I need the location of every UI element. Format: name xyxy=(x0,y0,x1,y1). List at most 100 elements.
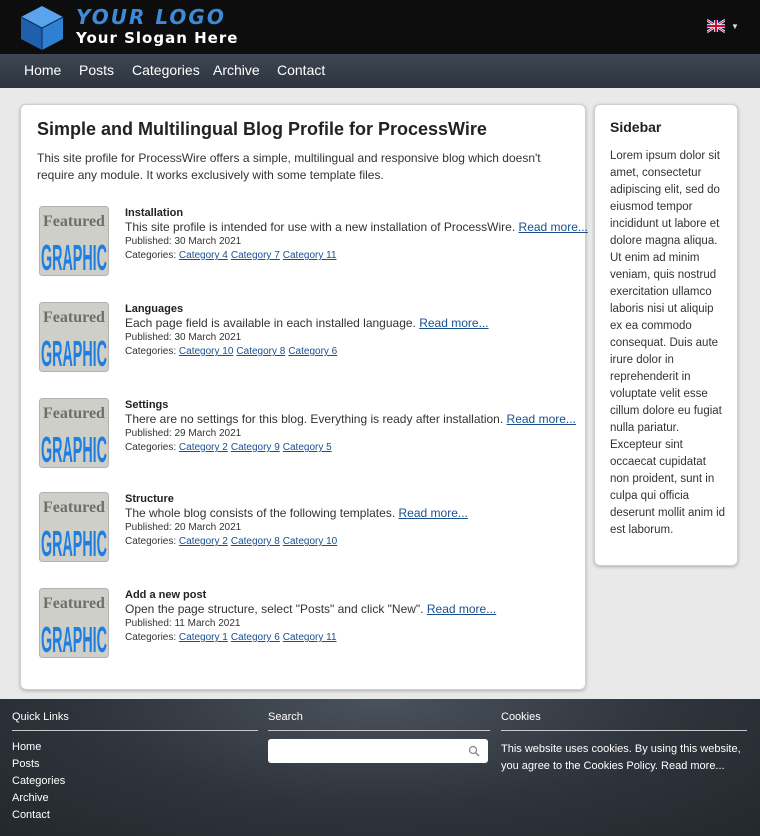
post-category-link[interactable]: Category 5 xyxy=(283,442,332,453)
footer-quick-links: Quick Links Home Posts Categories Archiv… xyxy=(12,711,258,824)
post-category-link[interactable]: Category 7 xyxy=(231,250,280,261)
footer-link-categories[interactable]: Categories xyxy=(12,773,258,790)
sidebar: Sidebar Lorem ipsum dolor sit amet, cons… xyxy=(594,104,738,566)
logo-title[interactable]: YOUR LOGO xyxy=(76,6,226,28)
post-title[interactable]: Installation xyxy=(125,206,567,220)
footer-link-archive[interactable]: Archive xyxy=(12,790,258,807)
footer-cookies: Cookies This website uses cookies. By us… xyxy=(501,711,747,775)
post-excerpt: There are no settings for this blog. Eve… xyxy=(125,412,576,427)
post-excerpt-text: There are no settings for this blog. Eve… xyxy=(125,412,504,426)
published-label: Published: xyxy=(125,236,172,247)
post-categories: Categories: Category 1 Category 6 Category… xyxy=(125,631,567,645)
nav-item-categories[interactable]: Categories xyxy=(132,54,200,88)
read-more-link[interactable]: Read more... xyxy=(507,412,576,426)
categories-label: Categories: xyxy=(125,632,177,643)
sidebar-title: Sidebar xyxy=(610,119,662,135)
nav-item-archive[interactable]: Archive xyxy=(213,54,260,88)
nav-item-home[interactable]: Home xyxy=(24,54,61,88)
published-date: 20 March 2021 xyxy=(174,522,242,533)
post-title[interactable]: Structure xyxy=(125,492,567,506)
post-date: Published: 30 March 2021 xyxy=(125,331,567,345)
post-excerpt-text: The whole blog consists of the following… xyxy=(125,506,396,520)
thumb-graphic-text: GRAPHIC xyxy=(41,429,107,468)
footer-search: Search xyxy=(268,711,490,763)
post-category-link[interactable]: Category 1 xyxy=(179,632,228,643)
thumb-graphic-text: GRAPHIC xyxy=(41,523,107,562)
featured-graphic-thumbnail[interactable]: Featured GRAPHIC xyxy=(39,492,109,562)
search-input[interactable] xyxy=(268,739,458,763)
post-body: Installation This site profile is intend… xyxy=(125,206,588,263)
search-title: Search xyxy=(268,711,490,731)
post-categories: Categories: Category 10 Category 8 Categor… xyxy=(125,345,567,359)
post-excerpt-text: This site profile is intended for use wi… xyxy=(125,220,516,234)
post-item: Featured GRAPHIC Languages Each page fie… xyxy=(37,302,567,374)
site-header: YOUR LOGO Your Slogan Here ▼ xyxy=(0,0,760,54)
read-more-link[interactable]: Read more... xyxy=(399,506,468,520)
site-footer: Quick Links Home Posts Categories Archiv… xyxy=(0,699,760,836)
thumb-featured-text: Featured xyxy=(43,213,105,230)
post-category-link[interactable]: Category 8 xyxy=(231,536,280,547)
read-more-link[interactable]: Read more... xyxy=(419,316,488,330)
chevron-down-icon[interactable]: ▼ xyxy=(731,22,739,31)
post-date: Published: 11 March 2021 xyxy=(125,617,567,631)
post-category-link[interactable]: Category 2 xyxy=(179,442,228,453)
thumb-graphic-text: GRAPHIC xyxy=(41,237,107,276)
thumb-featured-text: Featured xyxy=(43,405,105,422)
footer-link-home[interactable]: Home xyxy=(12,739,258,756)
post-title[interactable]: Languages xyxy=(125,302,567,316)
featured-graphic-thumbnail[interactable]: Featured GRAPHIC xyxy=(39,398,109,468)
logo-cube-icon[interactable] xyxy=(20,5,64,51)
post-categories: Categories: Category 2 Category 8 Category… xyxy=(125,535,567,549)
nav-item-contact[interactable]: Contact xyxy=(277,54,325,88)
read-more-link[interactable]: Read more... xyxy=(519,220,588,234)
post-body: Settings There are no settings for this … xyxy=(125,398,576,455)
post-categories: Categories: Category 2 Category 9 Category… xyxy=(125,441,567,455)
main-content: Simple and Multilingual Blog Profile for… xyxy=(20,104,588,690)
uk-flag-icon[interactable] xyxy=(707,19,725,33)
logo-slogan: Your Slogan Here xyxy=(76,29,239,47)
post-excerpt: Open the page structure, select "Posts" … xyxy=(125,602,567,617)
post-category-link[interactable]: Category 9 xyxy=(231,442,280,453)
post-category-link[interactable]: Category 11 xyxy=(283,250,337,261)
post-excerpt: The whole blog consists of the following… xyxy=(125,506,567,521)
post-categories: Categories: Category 4 Category 7 Category… xyxy=(125,249,567,263)
post-body: Structure The whole blog consists of the… xyxy=(125,492,567,549)
post-category-link[interactable]: Category 4 xyxy=(179,250,228,261)
post-title[interactable]: Add a new post xyxy=(125,588,567,602)
main-nav: Home Posts Categories Archive Contact xyxy=(0,54,760,88)
nav-item-posts[interactable]: Posts xyxy=(79,54,114,88)
language-switcher[interactable]: ▼ xyxy=(707,19,739,33)
post-category-link[interactable]: Category 2 xyxy=(179,536,228,547)
search-icon[interactable] xyxy=(468,745,480,757)
post-body: Languages Each page field is available i… xyxy=(125,302,567,359)
thumb-graphic-text: GRAPHIC xyxy=(41,333,107,372)
post-item: Featured GRAPHIC Add a new post Open the… xyxy=(37,588,567,660)
post-category-link[interactable]: Category 10 xyxy=(283,536,337,547)
thumb-graphic-text: GRAPHIC xyxy=(41,619,107,658)
quick-links-title: Quick Links xyxy=(12,711,258,731)
published-label: Published: xyxy=(125,618,172,629)
featured-graphic-thumbnail[interactable]: Featured GRAPHIC xyxy=(39,588,109,658)
post-item: Featured GRAPHIC Installation This site … xyxy=(37,206,588,278)
post-category-link[interactable]: Category 6 xyxy=(231,632,280,643)
featured-graphic-thumbnail[interactable]: Featured GRAPHIC xyxy=(39,302,109,372)
cookies-read-more-link[interactable]: Read more... xyxy=(661,760,725,772)
post-category-link[interactable]: Category 6 xyxy=(288,346,337,357)
post-excerpt: This site profile is intended for use wi… xyxy=(125,220,588,235)
post-excerpt-text: Each page field is available in each ins… xyxy=(125,316,416,330)
read-more-link[interactable]: Read more... xyxy=(427,602,496,616)
post-date: Published: 30 March 2021 xyxy=(125,235,567,249)
thumb-featured-text: Featured xyxy=(43,499,105,516)
post-category-link[interactable]: Category 11 xyxy=(283,632,337,643)
footer-link-posts[interactable]: Posts xyxy=(12,756,258,773)
post-category-link[interactable]: Category 10 xyxy=(179,346,233,357)
published-label: Published: xyxy=(125,428,172,439)
published-label: Published: xyxy=(125,332,172,343)
featured-graphic-thumbnail[interactable]: Featured GRAPHIC xyxy=(39,206,109,276)
post-body: Add a new post Open the page structure, … xyxy=(125,588,567,645)
footer-link-contact[interactable]: Contact xyxy=(12,807,258,824)
post-item: Featured GRAPHIC Structure The whole blo… xyxy=(37,492,567,564)
post-category-link[interactable]: Category 8 xyxy=(236,346,285,357)
post-title[interactable]: Settings xyxy=(125,398,567,412)
published-date: 30 March 2021 xyxy=(174,236,242,247)
